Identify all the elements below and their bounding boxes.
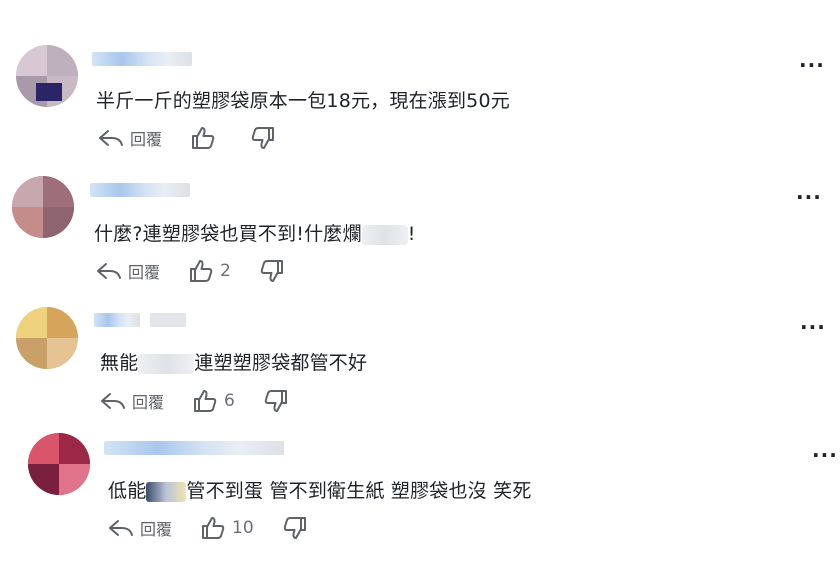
- avatar-pixel: [12, 176, 43, 207]
- reply-button[interactable]: 回覆: [96, 259, 160, 283]
- username-blurred[interactable]: [90, 183, 190, 197]
- reply-arrow-icon: [97, 263, 121, 279]
- more-options-icon[interactable]: ...: [800, 310, 826, 334]
- avatar-pixel: [28, 464, 59, 495]
- like-button[interactable]: 10: [200, 515, 254, 541]
- reply-arrow-icon: [109, 520, 133, 536]
- reply-button[interactable]: 回覆: [108, 516, 172, 540]
- comment-actions: 回覆 10: [108, 515, 336, 541]
- comment-4: ... 低能 管不到蛋 管不到衛生紙 塑膠袋也沒 笑死 回覆 10: [0, 0, 840, 539]
- thumbs-up-icon: [194, 390, 217, 412]
- avatar[interactable]: [28, 433, 90, 495]
- comment-text-part: 連塑塑膠袋都管不好: [194, 352, 368, 374]
- dislike-button[interactable]: [263, 388, 289, 414]
- reply-arrow-icon: [101, 393, 125, 409]
- dislike-button[interactable]: [259, 258, 285, 284]
- more-options-icon[interactable]: ...: [796, 180, 822, 204]
- comment-actions: 回覆 2: [96, 258, 313, 284]
- avatar-pixel: [12, 207, 43, 238]
- reply-label: 回覆: [128, 263, 161, 282]
- avatar-pixel: [59, 433, 90, 464]
- thumbs-down-icon: [283, 517, 306, 539]
- comment-text-part: 管不到蛋 管不到衛生紙 塑膠袋也沒 笑死: [186, 480, 532, 502]
- thumbs-down-icon: [260, 260, 283, 282]
- comment-text-part: 低能: [108, 480, 147, 502]
- username-blurred[interactable]: [94, 313, 140, 327]
- avatar-pixel: [16, 338, 47, 369]
- reply-button[interactable]: 回覆: [100, 389, 164, 413]
- avatar-pixel: [16, 307, 47, 338]
- comment-text: 無能 連塑塑膠袋都管不好: [100, 348, 367, 375]
- reply-label: 回覆: [140, 520, 173, 539]
- thumbs-up-icon: [190, 260, 213, 282]
- like-count: 10: [232, 518, 254, 538]
- dislike-button[interactable]: [282, 515, 308, 541]
- comment-actions: 回覆 6: [100, 388, 317, 414]
- avatar-pixel: [47, 338, 78, 369]
- like-button[interactable]: 2: [188, 258, 231, 284]
- like-count: 6: [224, 391, 235, 411]
- like-button[interactable]: 6: [192, 388, 235, 414]
- username-blurred[interactable]: [104, 441, 284, 455]
- avatar[interactable]: [12, 176, 74, 238]
- thumbs-down-icon: [264, 390, 287, 412]
- reply-label: 回覆: [132, 393, 165, 412]
- avatar-pixel: [28, 433, 59, 464]
- avatar-pixel: [47, 307, 78, 338]
- comment-text: 低能 管不到蛋 管不到衛生紙 塑膠袋也沒 笑死: [108, 476, 532, 503]
- comment-text-part: 無能: [100, 352, 139, 374]
- avatar-pixel: [43, 207, 74, 238]
- avatar[interactable]: [16, 307, 78, 369]
- comment-text-part: 什麼?連塑膠袋也買不到!什麼爛: [94, 223, 362, 245]
- redacted-emoji: [146, 481, 187, 502]
- comment-text-part: !: [407, 223, 416, 245]
- reply-arrow-icon: [99, 130, 123, 146]
- redacted-word: [361, 224, 408, 245]
- more-options-icon[interactable]: ...: [812, 438, 838, 462]
- avatar-pixel: [43, 176, 74, 207]
- comment-text: 什麼?連塑膠袋也買不到!什麼爛!: [94, 219, 416, 246]
- like-count: 2: [220, 261, 231, 281]
- thumbs-up-icon: [202, 517, 225, 539]
- redacted-word: [138, 353, 195, 374]
- username-blurred[interactable]: [150, 313, 186, 327]
- avatar-pixel: [59, 464, 90, 495]
